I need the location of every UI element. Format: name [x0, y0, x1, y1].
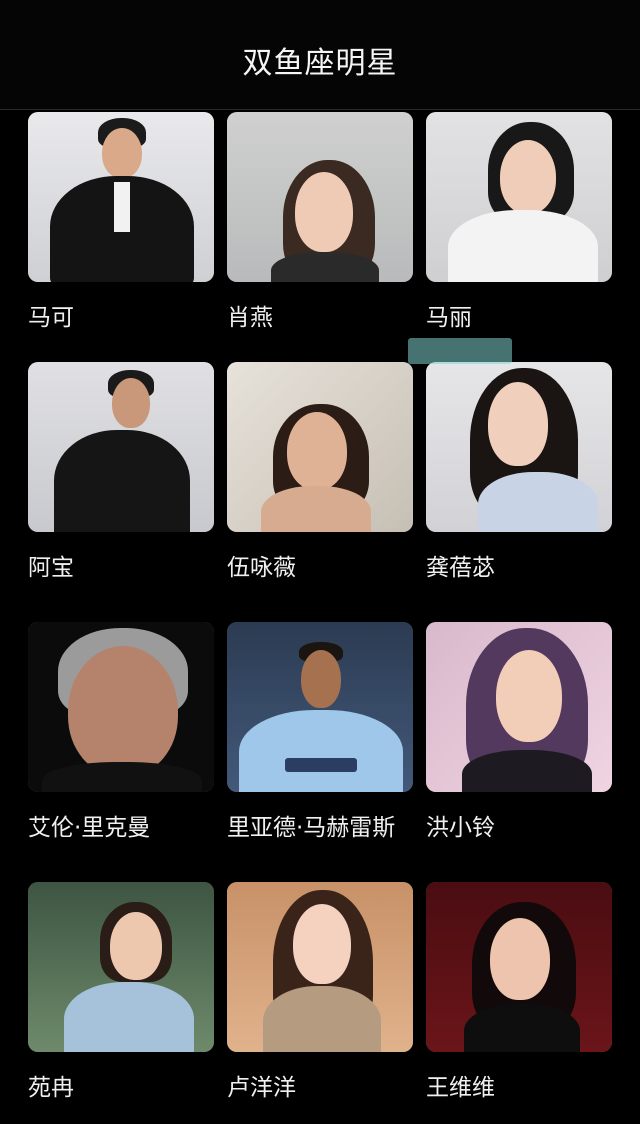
celebrity-name: 马丽	[426, 305, 472, 331]
celebrity-card[interactable]: 卢洋洋	[227, 882, 413, 1102]
celebrity-photo[interactable]	[227, 882, 413, 1052]
celebrity-photo[interactable]	[28, 622, 214, 792]
celebrity-name: 王维维	[426, 1075, 495, 1101]
celebrity-name: 卢洋洋	[227, 1075, 296, 1101]
celebrity-card[interactable]: 王维维	[426, 882, 612, 1102]
celebrity-card[interactable]: 龚蓓苾	[426, 362, 612, 582]
celebrity-name: 艾伦·里克曼	[28, 815, 151, 841]
celebrity-photo[interactable]	[426, 112, 612, 282]
celebrity-photo[interactable]	[227, 112, 413, 282]
top-bar: 双鱼座明星	[0, 0, 640, 110]
celebrity-card[interactable]: 里亚德·马赫雷斯	[227, 622, 413, 842]
overlay-highlight	[408, 338, 512, 364]
celebrity-name: 龚蓓苾	[426, 555, 495, 581]
celebrity-name: 苑冉	[28, 1075, 74, 1101]
celebrity-name: 肖燕	[227, 305, 273, 331]
celebrity-card[interactable]: 艾伦·里克曼	[28, 622, 214, 842]
celebrity-name: 马可	[28, 305, 74, 331]
celebrity-photo[interactable]	[426, 882, 612, 1052]
celebrity-card[interactable]: 苑冉	[28, 882, 214, 1102]
celebrity-card[interactable]: 阿宝	[28, 362, 214, 582]
page-title: 双鱼座明星	[242, 45, 398, 81]
celebrity-photo[interactable]	[426, 362, 612, 532]
celebrity-name: 洪小铃	[426, 815, 495, 841]
celebrity-name: 伍咏薇	[227, 555, 296, 581]
celebrity-card[interactable]: 马可	[28, 112, 214, 332]
celebrity-name: 阿宝	[28, 555, 74, 581]
celebrity-photo[interactable]	[227, 362, 413, 532]
celebrity-photo[interactable]	[28, 362, 214, 532]
celebrity-grid: 马可 肖燕 马丽 阿宝 伍咏薇 龚蓓苾 艾伦·里克曼 里亚德·马赫雷斯 洪小铃 …	[0, 110, 640, 1124]
celebrity-photo[interactable]	[426, 622, 612, 792]
celebrity-card[interactable]: 伍咏薇	[227, 362, 413, 582]
celebrity-photo[interactable]	[28, 882, 214, 1052]
celebrity-card[interactable]: 马丽	[426, 112, 612, 332]
celebrity-photo[interactable]	[227, 622, 413, 792]
celebrity-photo[interactable]	[28, 112, 214, 282]
celebrity-card[interactable]: 洪小铃	[426, 622, 612, 842]
celebrity-card[interactable]: 肖燕	[227, 112, 413, 332]
celebrity-name: 里亚德·马赫雷斯	[227, 815, 396, 841]
